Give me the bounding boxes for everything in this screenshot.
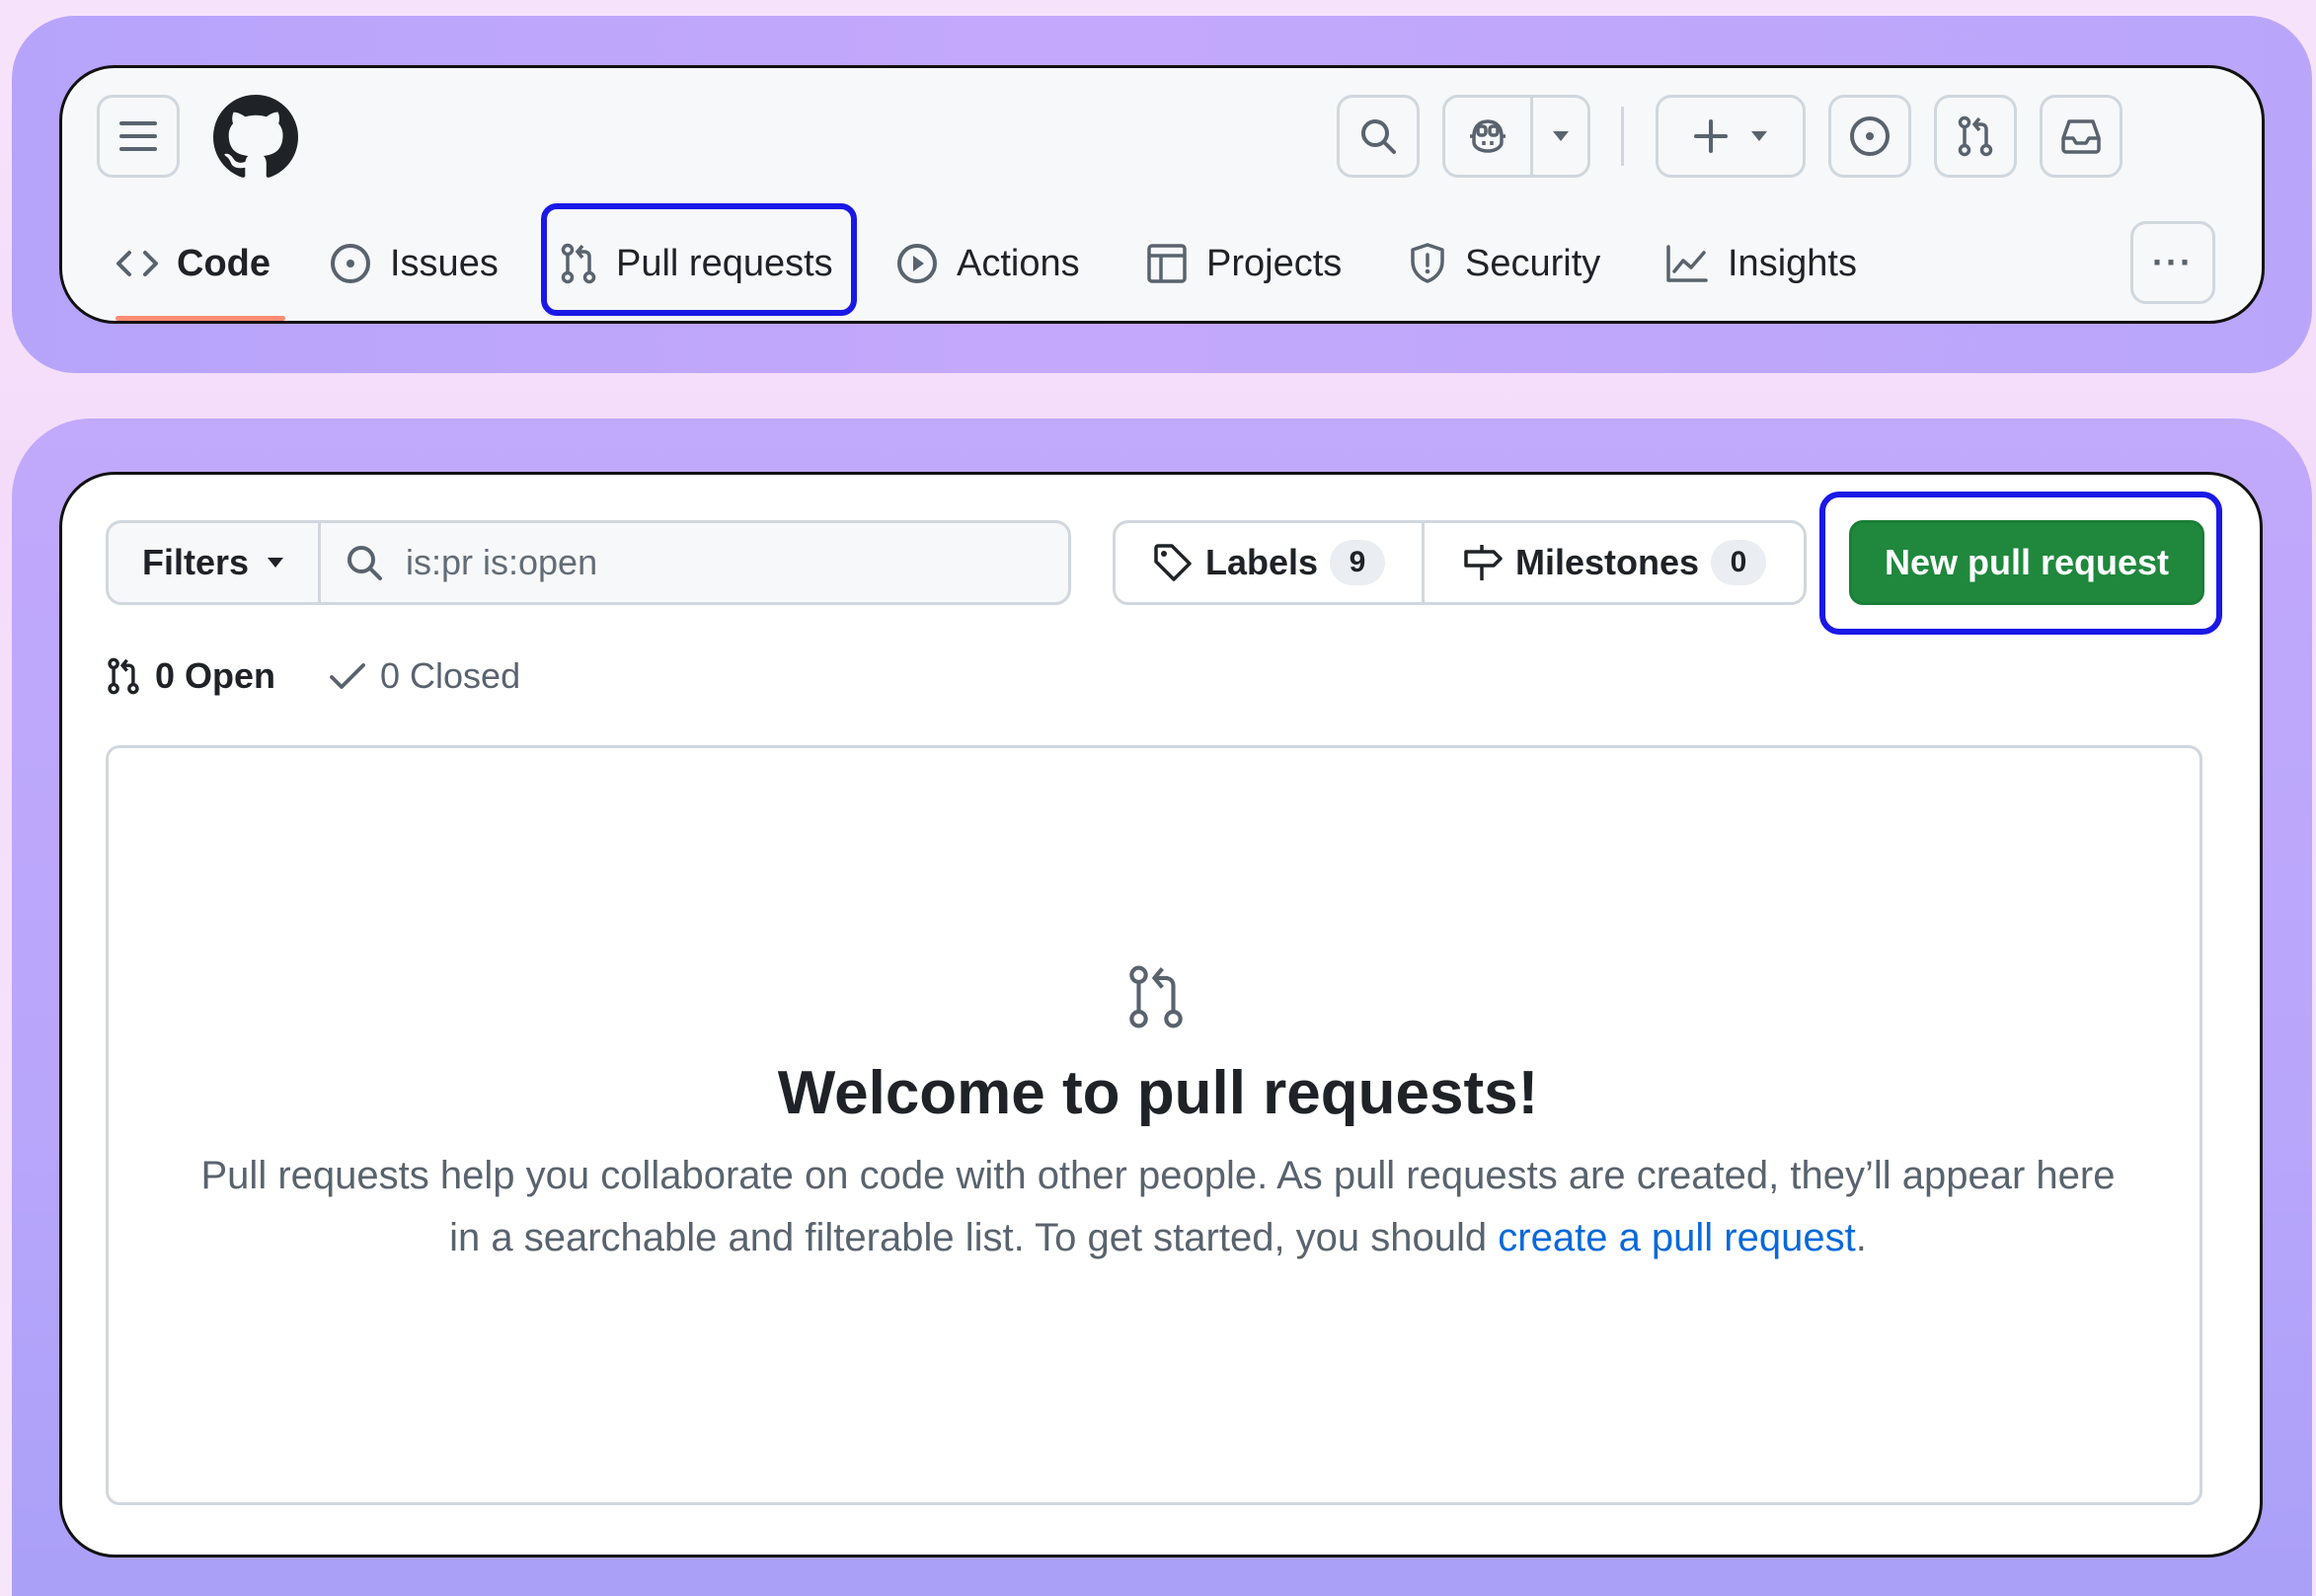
- issue-opened-icon: [329, 242, 372, 285]
- search-button[interactable]: [1337, 95, 1420, 178]
- plus-icon: [1693, 118, 1729, 154]
- open-state-link[interactable]: 0 Open: [106, 646, 275, 706]
- new-pull-request-highlight: [1819, 492, 2222, 635]
- filters-search-group: Filters is:pr is:open: [106, 520, 1071, 605]
- milestones-counter: 0: [1711, 540, 1767, 585]
- chevron-down-icon: [1750, 130, 1768, 142]
- issues-button[interactable]: [1828, 95, 1911, 178]
- closed-count-label: 0 Closed: [380, 655, 521, 696]
- labels-milestones-group: Labels 9 Milestones 0: [1113, 520, 1807, 605]
- chevron-down-icon: [1533, 130, 1587, 142]
- tab-insights[interactable]: Insights: [1664, 219, 1857, 308]
- chevron-down-icon: [267, 557, 284, 569]
- git-pull-request-icon: [1121, 962, 1191, 1031]
- labels-button[interactable]: Labels 9: [1116, 523, 1425, 602]
- filters-label: Filters: [141, 542, 250, 582]
- milestones-button[interactable]: Milestones 0: [1425, 523, 1804, 602]
- inbox-icon: [2059, 116, 2103, 156]
- graph-icon: [1664, 244, 1710, 283]
- inbox-button[interactable]: [2040, 95, 2123, 178]
- search-icon: [1358, 116, 1398, 156]
- check-icon: [329, 661, 366, 691]
- tab-actions-label: Actions: [957, 242, 1080, 284]
- issue-opened-icon: [1848, 114, 1891, 158]
- milestones-label: Milestones: [1514, 542, 1700, 582]
- kebab-horizontal-icon: ···: [2152, 242, 2194, 282]
- blankslate-title: Welcome to pull requests!: [777, 1059, 1539, 1127]
- create-new-button[interactable]: [1656, 95, 1806, 178]
- tab-security[interactable]: Security: [1408, 219, 1600, 308]
- search-value: is:pr is:open: [406, 542, 598, 582]
- tab-security-label: Security: [1465, 242, 1601, 284]
- table-icon: [1145, 242, 1189, 285]
- tab-issues[interactable]: Issues: [329, 219, 499, 308]
- copilot-button[interactable]: [1442, 95, 1590, 178]
- copilot-icon: [1445, 98, 1533, 175]
- play-icon: [895, 242, 939, 285]
- tab-code[interactable]: Code: [116, 219, 270, 308]
- tab-issues-label: Issues: [390, 242, 499, 284]
- git-pull-request-icon: [1956, 114, 1995, 158]
- header-divider: [1621, 107, 1624, 166]
- selected-tab-indicator: [116, 316, 285, 321]
- open-count-label: 0 Open: [155, 655, 276, 696]
- tab-projects-label: Projects: [1206, 242, 1343, 284]
- labels-counter: 9: [1330, 540, 1386, 585]
- search-input[interactable]: is:pr is:open: [321, 523, 1068, 602]
- create-pull-request-link[interactable]: create a pull request: [1498, 1216, 1855, 1259]
- labels-label: Labels: [1204, 542, 1319, 582]
- closed-state-link[interactable]: 0 Closed: [329, 646, 520, 706]
- hamburger-icon: [118, 119, 158, 153]
- tab-insights-label: Insights: [1728, 242, 1857, 284]
- pull-requests-tab-highlight: [541, 203, 857, 316]
- more-tabs-button[interactable]: ···: [2130, 221, 2215, 304]
- blankslate-description: Pull requests help you collaborate on co…: [197, 1145, 2119, 1269]
- code-icon: [116, 249, 159, 278]
- tab-code-label: Code: [177, 242, 270, 284]
- pull-requests-button[interactable]: [1934, 95, 2017, 178]
- tab-projects[interactable]: Projects: [1145, 219, 1342, 308]
- shield-icon: [1408, 242, 1447, 285]
- github-logo-icon[interactable]: [213, 95, 298, 180]
- git-pull-request-icon: [106, 656, 141, 696]
- menu-button[interactable]: [97, 95, 180, 178]
- blankslate-text-end: .: [1855, 1216, 1867, 1259]
- milestone-icon: [1462, 542, 1504, 583]
- tag-icon: [1152, 542, 1194, 583]
- search-icon: [345, 543, 384, 582]
- tab-actions[interactable]: Actions: [895, 219, 1080, 308]
- filters-button[interactable]: Filters: [109, 523, 321, 602]
